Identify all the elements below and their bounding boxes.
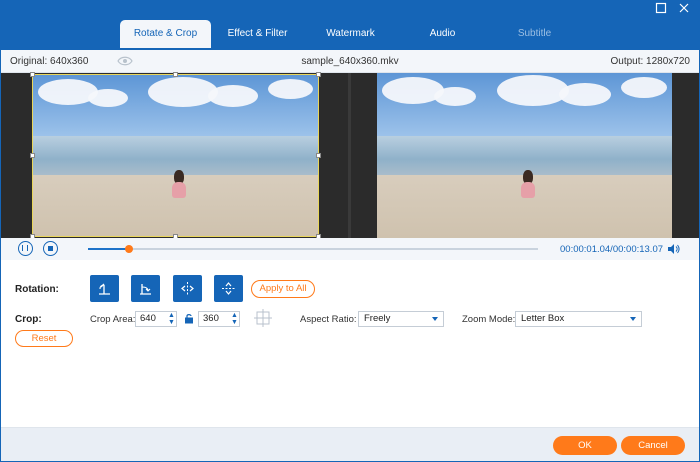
seek-knob[interactable] <box>124 245 133 253</box>
cancel-button[interactable]: Cancel <box>621 436 685 455</box>
tab-subtitle[interactable]: Subtitle <box>489 20 580 48</box>
rotate-right-icon <box>140 284 151 295</box>
reset-button[interactable]: Reset <box>15 330 73 347</box>
ok-button[interactable]: OK <box>553 436 617 455</box>
playback-bar: 00:00:01.04/00:00:13.07 <box>0 238 700 260</box>
width-stepper-icon[interactable]: ▲ ▼ <box>167 312 176 326</box>
crop-width-value: 640 <box>140 313 156 324</box>
crop-width-field[interactable]: 640 ▲ ▼ <box>135 311 177 327</box>
rotate-left-button[interactable] <box>90 275 119 302</box>
flip-horizontal-button[interactable] <box>173 275 202 302</box>
output-resolution: Output: 1280x720 <box>610 56 690 67</box>
aspect-ratio-value: Freely <box>364 313 391 324</box>
crop-handle-top-right[interactable] <box>316 72 321 77</box>
crop-handle-top[interactable] <box>173 72 178 77</box>
tab-audio[interactable]: Audio <box>397 20 488 48</box>
pause-icon <box>22 245 28 251</box>
close-icon[interactable] <box>675 2 693 18</box>
footer-bar: OK Cancel <box>0 427 700 462</box>
rotation-label: Rotation: <box>15 284 59 295</box>
chevron-down-icon <box>432 317 438 321</box>
person-figure <box>520 170 536 200</box>
rotate-right-button[interactable] <box>131 275 160 302</box>
stop-icon <box>47 245 53 251</box>
crop-handle-right[interactable] <box>316 153 321 158</box>
volume-icon[interactable] <box>666 242 680 256</box>
maximize-icon[interactable] <box>652 2 670 18</box>
tab-effect-filter[interactable]: Effect & Filter <box>212 20 303 48</box>
seek-slider[interactable] <box>88 245 538 253</box>
flip-vertical-button[interactable] <box>214 275 243 302</box>
crop-handle-left[interactable] <box>30 153 35 158</box>
chevron-down-icon <box>630 317 636 321</box>
zoom-mode-value: Letter Box <box>521 313 565 324</box>
crop-height-field[interactable]: 360 ▲ ▼ <box>198 311 240 327</box>
title-bar: Rotate & Crop Effect & Filter Watermark … <box>0 0 700 50</box>
crop-height-value: 360 <box>203 313 219 324</box>
rotate-left-icon <box>99 283 110 295</box>
flip-horizontal-icon <box>181 282 194 295</box>
file-name: sample_640x360.mkv <box>301 56 399 67</box>
seek-progress <box>88 248 129 250</box>
pane-divider <box>348 73 351 238</box>
info-bar: Original: 640x360 sample_640x360.mkv Out… <box>0 50 700 73</box>
crop-area-label: Crop Area: <box>90 314 136 325</box>
pause-button[interactable] <box>18 241 33 256</box>
preview-area <box>0 72 700 239</box>
time-display: 00:00:01.04/00:00:13.07 <box>560 244 664 255</box>
output-preview <box>377 73 672 238</box>
tab-rotate-crop[interactable]: Rotate & Crop <box>120 20 211 48</box>
height-stepper-icon[interactable]: ▲ ▼ <box>230 312 239 326</box>
crop-frame[interactable] <box>32 74 319 237</box>
crop-label: Crop: <box>15 314 42 325</box>
lock-icon[interactable] <box>184 313 194 324</box>
stop-button[interactable] <box>43 241 58 256</box>
aspect-ratio-select[interactable]: Freely <box>358 311 444 327</box>
center-crop-icon[interactable] <box>253 308 273 328</box>
apply-to-all-button[interactable]: Apply to All <box>251 280 315 298</box>
crop-handle-top-left[interactable] <box>30 72 35 77</box>
zoom-mode-label: Zoom Mode: <box>462 314 516 325</box>
flip-vertical-icon <box>222 282 235 295</box>
tab-watermark[interactable]: Watermark <box>305 20 396 48</box>
aspect-ratio-label: Aspect Ratio: <box>300 314 357 325</box>
zoom-mode-select[interactable]: Letter Box <box>515 311 642 327</box>
